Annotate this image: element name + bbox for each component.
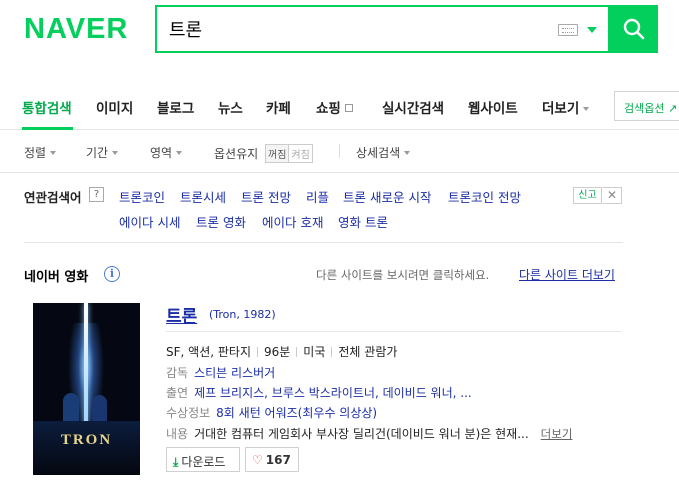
plot-label: 내용	[166, 427, 189, 441]
keyboard-icon[interactable]	[558, 24, 578, 36]
chevron-down-icon	[176, 151, 183, 155]
filter-keep-option: 옵션유지 꺼짐 켜짐	[214, 144, 313, 163]
search-icon	[623, 18, 645, 40]
tab-cafe[interactable]: 카페	[266, 97, 291, 117]
filter-divider	[339, 144, 340, 158]
close-icon[interactable]: ✕	[603, 187, 622, 204]
filter-sort-label: 정렬	[24, 146, 47, 160]
movie-director-row: 감독 스티븐 리스버거	[166, 364, 275, 381]
related-item[interactable]: 에이다 시세	[119, 212, 180, 231]
report-button[interactable]: 신고	[573, 187, 602, 204]
tab-more[interactable]: 더보기	[542, 97, 590, 117]
more-sites-link[interactable]: 다른 사이트 더보기	[519, 266, 615, 283]
keep-option-off[interactable]: 꺼짐	[265, 144, 290, 163]
info-icon[interactable]: i	[104, 266, 120, 282]
divider	[24, 242, 623, 243]
search-tabs: 통합검색 이미지 블로그 뉴스 카페 쇼핑 실시간검색 웹사이트 더보기	[0, 84, 679, 130]
search-options-label: 검색옵션	[624, 102, 665, 115]
director-label: 감독	[166, 366, 189, 380]
filter-area-label: 영역	[150, 146, 173, 160]
tab-shopping[interactable]: 쇼핑	[316, 97, 353, 117]
search-button[interactable]	[610, 5, 658, 53]
movie-plot-row: 내용 거대한 컴퓨터 게임회사 부사장 딜리건(데이비드 워너 분)은 현재...…	[166, 425, 572, 442]
filter-detail[interactable]: 상세검색	[356, 144, 411, 161]
related-item[interactable]: 트론 전망	[241, 187, 291, 206]
movie-cast-row: 출연 제프 브리지스, 브루스 박스라이트너, 데이비드 워너, ...	[166, 384, 472, 401]
movie-meta: SF, 액션, 판타지 96분 미국 전체 관람가	[166, 343, 397, 360]
related-item[interactable]: 에이다 호재	[262, 212, 323, 231]
related-item[interactable]: 리플	[306, 187, 329, 206]
movie-title-link[interactable]: 트론	[166, 302, 197, 327]
section-title: 네이버 영화	[24, 270, 89, 285]
director-link[interactable]: 스티븐 리스버거	[194, 366, 275, 380]
related-item[interactable]: 트론시세	[180, 187, 226, 206]
download-button[interactable]: ⤓ 다운로드	[166, 447, 240, 472]
related-searches-label: 연관검색어	[24, 190, 82, 205]
tab-images[interactable]: 이미지	[96, 97, 133, 117]
keep-option-on[interactable]: 켜짐	[289, 144, 313, 163]
new-window-icon	[344, 104, 353, 112]
help-icon[interactable]: ?	[89, 187, 104, 202]
related-item[interactable]: 영화 트론	[338, 212, 388, 231]
related-item[interactable]: 트론 영화	[196, 212, 246, 231]
search-input[interactable]	[169, 15, 539, 43]
cast-link[interactable]: 제프 브리지스, 브루스 박스라이트너, 데이비드 워너, ...	[194, 386, 472, 400]
plot-text: 거대한 컴퓨터 게임회사 부사장 딜리건(데이비드 워너 분)은 현재...	[194, 427, 529, 441]
tab-realtime[interactable]: 실시간검색	[382, 97, 444, 117]
poster-beam	[84, 303, 88, 428]
like-count: 167	[265, 453, 291, 467]
download-label: 다운로드	[181, 455, 226, 469]
movie-runtime: 96분	[263, 345, 291, 359]
related-item[interactable]: 트론코인 전망	[448, 187, 521, 206]
related-item[interactable]: 트론 새로운 시작	[343, 187, 431, 206]
tab-integrated[interactable]: 통합검색	[22, 97, 72, 117]
keep-option-label: 옵션유지	[214, 147, 259, 161]
autocomplete-toggle-icon[interactable]	[587, 27, 597, 33]
movie-genre: SF, 액션, 판타지	[166, 345, 251, 359]
filter-sort[interactable]: 정렬	[24, 144, 57, 161]
like-button[interactable]: ♡ 167	[245, 447, 299, 472]
search-options-button[interactable]: 검색옵션 ↗	[614, 91, 679, 121]
filter-detail-label: 상세검색	[356, 146, 401, 160]
movie-poster[interactable]: TRON	[33, 303, 140, 475]
tab-more-label: 더보기	[542, 101, 580, 117]
filter-period-label: 기간	[86, 146, 109, 160]
movie-country: 미국	[303, 345, 326, 359]
tab-news[interactable]: 뉴스	[218, 97, 243, 117]
heart-icon: ♡	[252, 453, 263, 467]
visit-message: 다른 사이트를 보시려면 클릭하세요.	[316, 268, 490, 282]
filter-area[interactable]: 영역	[150, 144, 183, 161]
separator	[296, 347, 298, 357]
tab-blog[interactable]: 블로그	[157, 97, 194, 117]
chevron-down-icon	[50, 151, 57, 155]
download-icon: ⤓	[173, 455, 179, 469]
divider	[166, 331, 622, 332]
separator	[256, 347, 258, 357]
poster-title: TRON	[60, 432, 113, 448]
active-tab-indicator	[22, 127, 73, 130]
filter-period[interactable]: 기간	[86, 144, 119, 161]
movie-rating: 전체 관람가	[338, 345, 398, 359]
chevron-down-icon	[404, 151, 411, 155]
cast-label: 출연	[166, 386, 189, 400]
tab-shopping-label: 쇼핑	[316, 101, 341, 117]
search-box	[155, 5, 610, 53]
separator	[331, 347, 333, 357]
chevron-down-icon	[112, 151, 119, 155]
movie-subtitle: (Tron, 1982)	[209, 308, 276, 321]
plot-more-link[interactable]: 더보기	[541, 427, 573, 441]
movie-award-row: 수상정보 8회 새턴 어워즈(최우수 의상상)	[166, 404, 377, 421]
related-item[interactable]: 트론코인	[119, 187, 165, 206]
award-link[interactable]: 8회 새턴 어워즈(최우수 의상상)	[216, 406, 377, 420]
tab-website[interactable]: 웹사이트	[468, 97, 518, 117]
award-label: 수상정보	[166, 406, 211, 420]
naver-logo[interactable]: NAVER	[24, 13, 128, 46]
chevron-down-icon	[583, 107, 590, 111]
